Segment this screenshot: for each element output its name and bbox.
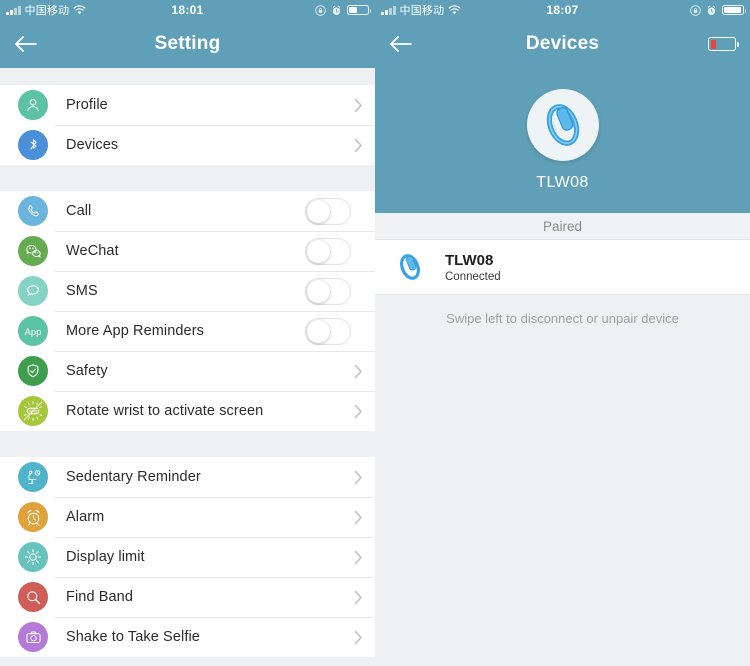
chevron-right-icon [341,510,375,525]
chevron-right-icon [341,630,375,645]
row-label: Shake to Take Selfie [66,629,200,645]
sidebar-item-devices[interactable]: Devices [0,125,375,165]
nav-right-cluster [708,37,750,51]
back-button[interactable] [0,20,52,68]
nav-bar-devices: Devices [375,20,750,68]
alarm-clock-icon [332,5,341,15]
empty-area [375,326,750,666]
toggle-call[interactable] [305,197,351,225]
row-label: SMS [66,283,98,299]
back-arrow-icon [390,36,412,52]
app-icon: App [18,316,48,346]
sidebar-item-alarm[interactable]: Alarm [0,497,375,537]
chevron-right-icon [341,590,375,605]
svg-text:08:08: 08:08 [29,409,38,413]
settings-group-account: Profile Devices [0,85,375,165]
sidebar-item-call[interactable]: Call [0,191,375,231]
battery-icon [722,5,746,15]
rotation-lock-icon [690,4,701,16]
chevron-right-icon [341,98,375,113]
search-icon [18,582,48,612]
page-title: Devices [525,33,600,54]
brightness-icon [18,542,48,572]
settings-group-notifications: Call WeChat SMS App More App Reminders S… [0,191,375,431]
profile-icon [18,90,48,120]
alarm-icon [18,502,48,532]
group-spacer [0,165,375,191]
chevron-right-icon [341,138,375,153]
shield-icon [18,356,48,386]
back-button[interactable] [375,20,427,68]
phone-icon [18,196,48,226]
row-label: Safety [66,363,108,379]
sidebar-item-rotate-wrist[interactable]: 08:08 Rotate wrist to activate screen [0,391,375,431]
rotation-lock-icon [315,4,326,16]
device-hero: TLW08 [375,68,750,213]
camera-icon [18,622,48,652]
svg-text:App: App [25,327,42,338]
row-label: Rotate wrist to activate screen [66,403,264,419]
paired-device-status: Connected [445,270,501,283]
toggle-knob [307,279,330,303]
back-arrow-icon [15,36,37,52]
sidebar-item-sms[interactable]: SMS [0,271,375,311]
paired-device-text: TLW08 Connected [445,252,501,283]
row-label: Devices [66,137,119,153]
row-label: More App Reminders [66,323,204,339]
swipe-hint-text: Swipe left to disconnect or unpair devic… [375,295,750,326]
group-spacer [0,68,375,85]
settings-group-features: Sedentary Reminder Alarm Display limit F… [0,457,375,657]
toggle-knob [307,199,330,223]
sidebar-item-shake-to-take-selfie[interactable]: Shake to Take Selfie [0,617,375,657]
row-label: Display limit [66,549,145,565]
row-label: Call [66,203,92,219]
sidebar-item-wechat[interactable]: WeChat [0,231,375,271]
toggle-more-app-reminders[interactable] [305,317,351,345]
sidebar-item-find-band[interactable]: Find Band [0,577,375,617]
row-label: Alarm [66,509,105,525]
chevron-right-icon [341,404,375,419]
row-label: Sedentary Reminder [66,469,201,485]
nav-bar-setting: Setting [0,20,375,68]
sidebar-item-profile[interactable]: Profile [0,85,375,125]
toggle-knob [307,319,330,343]
chevron-right-icon [341,550,375,565]
paired-device-name: TLW08 [445,251,494,269]
sidebar-item-display-limit[interactable]: Display limit [0,537,375,577]
sedentary-icon [18,462,48,492]
sms-icon [18,276,48,306]
dual-screenshot: 中国移动 18:01 Setting Profile Devices Call … [0,0,750,666]
devices-screen: 中国移动 18:07 Devices TLW08 Paired TLW08 Co… [375,0,750,666]
setting-screen: 中国移动 18:01 Setting Profile Devices Call … [0,0,375,666]
status-bar-right: 中国移动 18:07 [375,0,750,20]
chevron-right-icon [341,364,375,379]
paired-device-row[interactable]: TLW08 Connected [375,240,750,295]
row-label: Profile [66,97,108,113]
battery-icon [347,5,371,15]
chevron-right-icon [341,470,375,485]
sidebar-item-more-app-reminders[interactable]: App More App Reminders [0,311,375,351]
row-label: Find Band [66,589,133,605]
device-battery-icon [708,37,739,51]
sidebar-item-sedentary-reminder[interactable]: Sedentary Reminder [0,457,375,497]
toggle-sms[interactable] [305,277,351,305]
wechat-icon [18,236,48,266]
row-label: WeChat [66,243,119,259]
paired-section-header: Paired [375,213,750,240]
status-bar-left: 中国移动 18:01 [0,0,375,20]
toggle-knob [307,239,330,263]
devices-body: TLW08 Paired TLW08 Connected Swipe left … [375,68,750,666]
group-spacer [0,431,375,457]
fitness-band-icon [526,89,599,161]
page-title: Setting [154,33,221,54]
rotate-wrist-icon: 08:08 [18,396,48,426]
toggle-wechat[interactable] [305,237,351,265]
sidebar-item-safety[interactable]: Safety [0,351,375,391]
device-name: TLW08 [536,174,589,191]
fitness-band-icon [393,250,427,284]
alarm-clock-icon [707,5,716,15]
bluetooth-icon [18,130,48,160]
